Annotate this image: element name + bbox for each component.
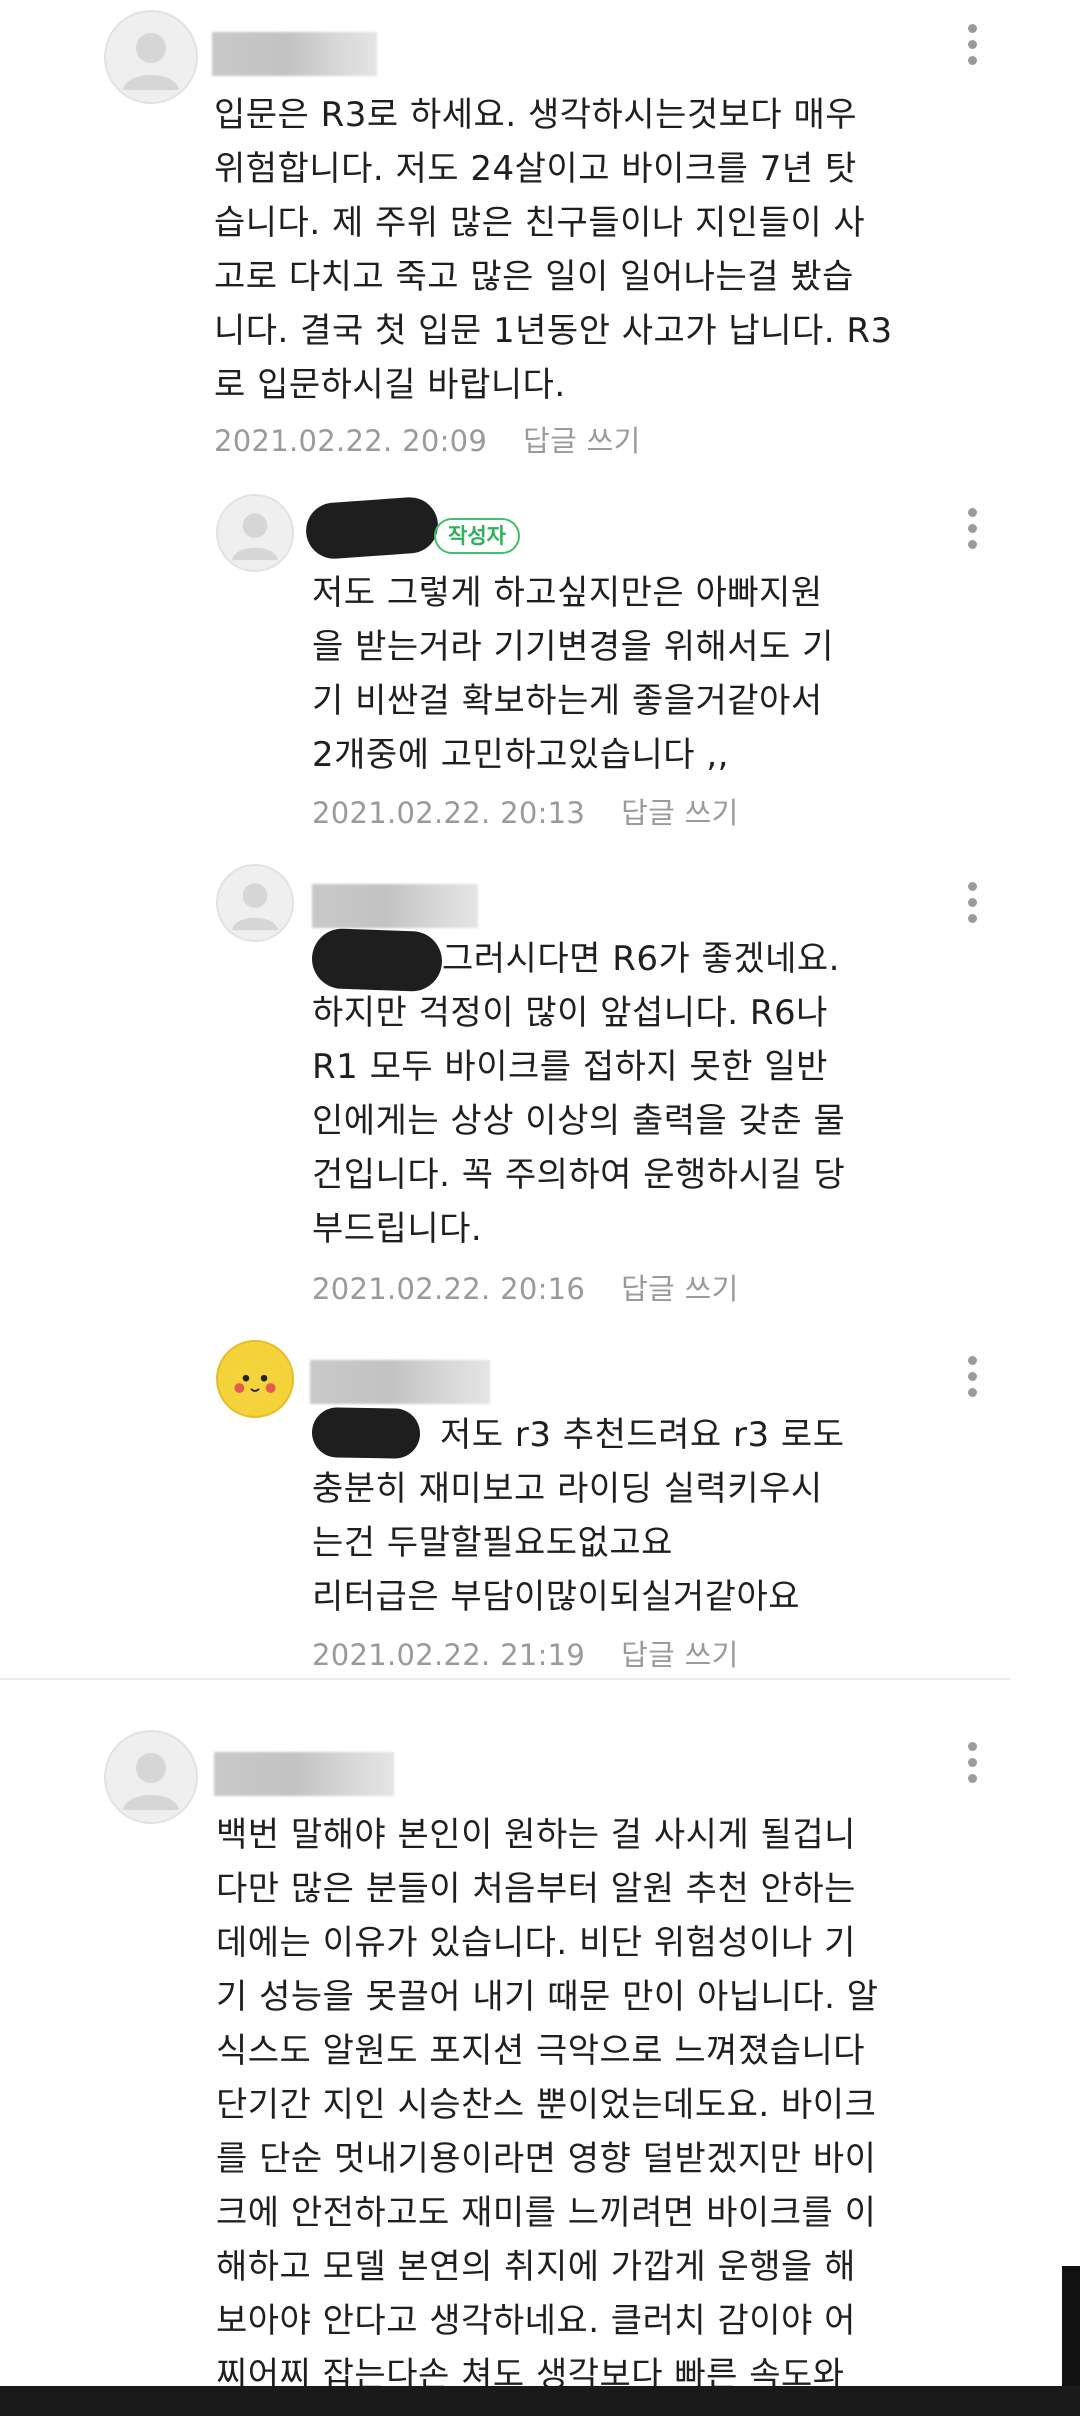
- nickname-blurred: [214, 1752, 394, 1796]
- avatar[interactable]: [104, 1730, 198, 1824]
- comment-date: 2021.02.22. 21:19: [312, 1638, 586, 1672]
- comment-date: 2021.02.22. 20:09: [214, 424, 488, 458]
- more-options-icon[interactable]: [968, 1742, 978, 1790]
- avatar[interactable]: [216, 494, 294, 572]
- device-corner: [1062, 2266, 1080, 2386]
- author-badge: 작성자: [434, 518, 520, 554]
- nickname-blurred: [312, 884, 478, 928]
- reply-button[interactable]: 답글 쓰기: [523, 424, 640, 458]
- more-options-icon[interactable]: [968, 24, 978, 72]
- comment-meta: 2021.02.22. 20:13 답글 쓰기: [312, 790, 739, 832]
- nickname-blurred: [310, 1360, 490, 1404]
- nickname-redacted: [304, 495, 440, 561]
- screen-edge: [1018, 0, 1080, 2416]
- comment-meta: 2021.02.22. 21:19 답글 쓰기: [312, 1632, 739, 1674]
- comment-divider: [0, 1678, 1010, 1680]
- comment-meta: 2021.02.22. 20:16 답글 쓰기: [312, 1266, 739, 1308]
- comment-date: 2021.02.22. 20:16: [312, 1272, 586, 1306]
- comment-text: 입문은 R3로 하세요. 생각하시는것보다 매우 위험합니다. 저도 24살이고…: [214, 95, 893, 405]
- reply-button[interactable]: 답글 쓰기: [621, 1272, 738, 1306]
- pikachu-avatar-icon: [230, 1356, 280, 1407]
- avatar[interactable]: [104, 10, 198, 104]
- reply-button[interactable]: 답글 쓰기: [621, 796, 738, 830]
- comment-text: 저도 그렇게 하고싶지만은 아빠지원 을 받는거라 기기변경을 위해서도 기 기…: [312, 573, 834, 775]
- comment-text: 백번 말해야 본인이 원하는 걸 사시게 될겁니 다만 많은 분들이 처음부터 …: [216, 1815, 879, 2395]
- avatar[interactable]: [216, 1340, 294, 1418]
- default-avatar-icon: [231, 883, 279, 931]
- avatar[interactable]: [216, 864, 294, 942]
- more-options-icon[interactable]: [968, 1356, 978, 1404]
- system-bottom-bar: [0, 2386, 1080, 2416]
- comment-meta: 2021.02.22. 20:09 답글 쓰기: [214, 418, 641, 460]
- comment-text: 저도 r3 추천드려요 r3 로도 충분히 재미보고 라이딩 실력키우시 는건 …: [312, 1415, 845, 1617]
- default-avatar-icon: [123, 1753, 179, 1810]
- more-options-icon[interactable]: [968, 882, 978, 930]
- reply-button[interactable]: 답글 쓰기: [621, 1638, 738, 1672]
- more-options-icon[interactable]: [968, 508, 978, 556]
- comment-date: 2021.02.22. 20:13: [312, 796, 586, 830]
- default-avatar-icon: [123, 33, 179, 90]
- default-avatar-icon: [231, 513, 279, 561]
- comment-text: 그러시다면 R6가 좋겠네요. 하지만 걱정이 많이 앞섭니다. R6나 R1 …: [312, 939, 846, 1249]
- nickname-blurred: [212, 32, 377, 76]
